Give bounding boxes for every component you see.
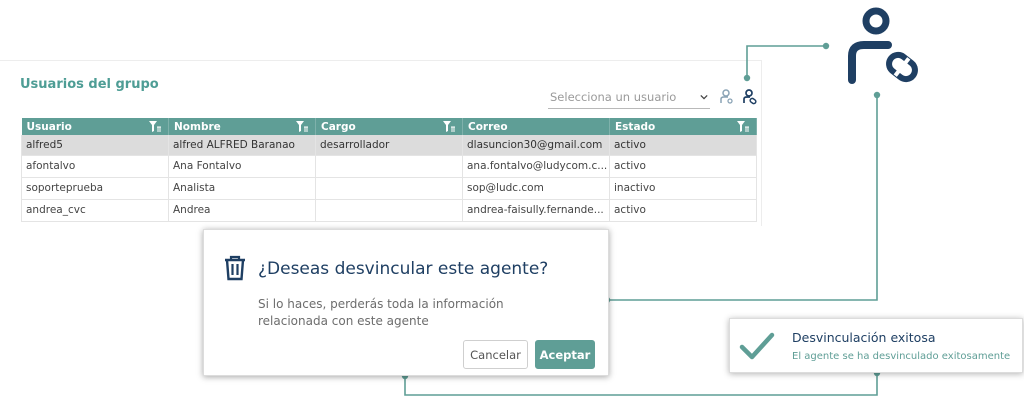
filter-icon[interactable] <box>736 120 750 133</box>
cell-estado: activo <box>609 155 757 178</box>
table-header-row: Usuario Nombre Cargo Correo Estado <box>21 118 757 135</box>
cell-usuario: andrea_cvc <box>21 199 169 222</box>
cell-cargo <box>315 177 463 200</box>
cell-usuario: afontalvo <box>21 155 169 178</box>
users-table: Usuario Nombre Cargo Correo Estado alfre… <box>21 118 757 222</box>
cell-nombre: Ana Fontalvo <box>168 155 316 178</box>
unlink-confirm-dialog: ¿Deseas desvincular este agente? Si lo h… <box>203 229 609 376</box>
col-header-estado[interactable]: Estado <box>609 118 757 135</box>
check-icon <box>739 332 775 360</box>
cell-correo: andrea-faisully.fernande... <box>462 199 610 222</box>
cancel-button[interactable]: Cancelar <box>463 340 528 369</box>
user-select[interactable]: Selecciona un usuario <box>548 87 710 109</box>
users-panel: Usuarios del grupo Selecciona un usuario… <box>0 60 762 226</box>
cell-estado: inactivo <box>609 177 757 200</box>
filter-icon[interactable] <box>442 120 456 133</box>
toast-title: Desvinculación exitosa <box>792 330 936 345</box>
cell-nombre: alfred ALFRED Baranao <box>168 135 316 156</box>
col-header-correo[interactable]: Correo <box>462 118 610 135</box>
col-header-cargo[interactable]: Cargo <box>315 118 463 135</box>
user-unlink-icon[interactable] <box>741 88 757 106</box>
toast-message: El agente se ha desvinculado exitosament… <box>792 351 1011 362</box>
success-toast: Desvinculación exitosa El agente se ha d… <box>729 318 1023 373</box>
cell-estado: activo <box>609 135 757 156</box>
cell-estado: activo <box>609 199 757 222</box>
cell-cargo <box>315 199 463 222</box>
cell-correo: ana.fontalvo@ludycom.c... <box>462 155 610 178</box>
cell-correo: sop@ludc.com <box>462 177 610 200</box>
col-header-nombre[interactable]: Nombre <box>168 118 316 135</box>
dialog-title: ¿Deseas desvincular este agente? <box>258 259 549 279</box>
col-header-usuario[interactable]: Usuario <box>21 118 169 135</box>
table-row[interactable]: alfred5 alfred ALFRED Baranao desarrolla… <box>21 135 757 156</box>
table-row[interactable]: andrea_cvc Andrea andrea-faisully.fernan… <box>21 199 757 222</box>
cell-nombre: Analista <box>168 177 316 200</box>
cell-usuario: soporteprueba <box>21 177 169 200</box>
filter-icon[interactable] <box>148 120 162 133</box>
filter-icon[interactable] <box>295 120 309 133</box>
cell-usuario: alfred5 <box>21 135 169 156</box>
panel-title: Usuarios del grupo <box>20 77 159 92</box>
user-select-placeholder: Selecciona un usuario <box>550 90 677 104</box>
trash-icon <box>225 255 245 281</box>
cell-nombre: Andrea <box>168 199 316 222</box>
table-row[interactable]: afontalvo Ana Fontalvo ana.fontalvo@ludy… <box>21 155 757 178</box>
table-row[interactable]: soporteprueba Analista sop@ludc.com inac… <box>21 177 757 200</box>
accept-button[interactable]: Aceptar <box>535 340 595 369</box>
user-add-icon[interactable] <box>718 88 734 106</box>
cell-correo: dlasuncion30@gmail.com <box>462 135 610 156</box>
user-unlink-icon <box>848 7 918 84</box>
cell-cargo <box>315 155 463 178</box>
screen: Usuarios del grupo Selecciona un usuario… <box>0 0 1024 399</box>
dialog-body: Si lo haces, perderás toda la informació… <box>258 297 504 328</box>
cell-cargo: desarrollador <box>315 135 463 156</box>
chevron-down-icon <box>700 94 708 100</box>
